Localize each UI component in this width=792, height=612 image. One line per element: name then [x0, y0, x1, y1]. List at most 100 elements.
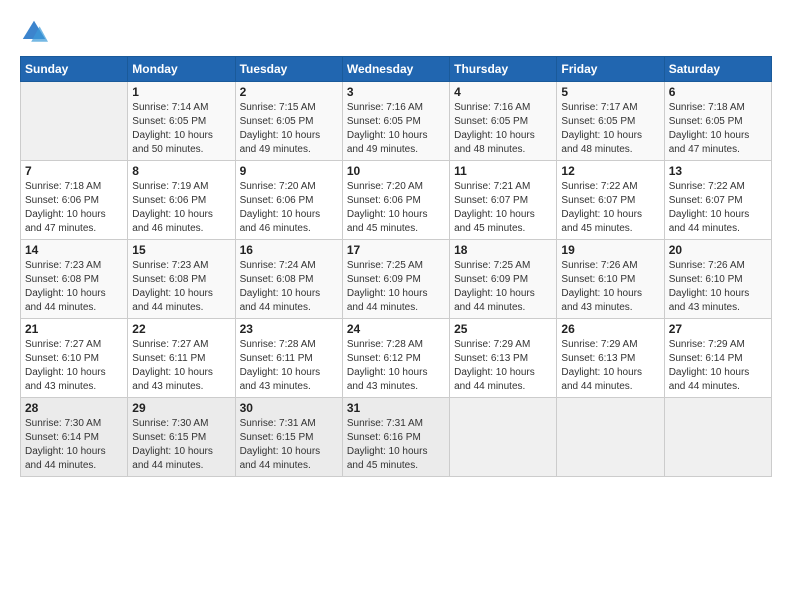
calendar-cell: 7 Sunrise: 7:18 AM Sunset: 6:06 PM Daylig…	[21, 161, 128, 240]
calendar-table: SundayMondayTuesdayWednesdayThursdayFrid…	[20, 56, 772, 477]
day-number: 30	[240, 401, 338, 415]
day-info: Sunrise: 7:26 AM Sunset: 6:10 PM Dayligh…	[561, 259, 659, 315]
day-info: Sunrise: 7:30 AM Sunset: 6:14 PM Dayligh…	[25, 417, 123, 473]
header	[20, 18, 772, 46]
calendar-cell: 17 Sunrise: 7:25 AM Sunset: 6:09 PM Dayli…	[342, 240, 449, 319]
day-number: 7	[25, 164, 123, 178]
day-number: 13	[669, 164, 767, 178]
calendar-header: SundayMondayTuesdayWednesdayThursdayFrid…	[21, 57, 772, 82]
calendar-cell: 24 Sunrise: 7:28 AM Sunset: 6:12 PM Dayli…	[342, 319, 449, 398]
calendar-cell	[21, 82, 128, 161]
calendar-cell: 2 Sunrise: 7:15 AM Sunset: 6:05 PM Daylig…	[235, 82, 342, 161]
day-number: 21	[25, 322, 123, 336]
calendar-cell: 31 Sunrise: 7:31 AM Sunset: 6:16 PM Dayli…	[342, 398, 449, 477]
calendar-cell: 26Sunrise: 7:29 AM Sunset: 6:13 PM Dayli…	[557, 319, 664, 398]
day-info: Sunrise: 7:20 AM Sunset: 6:06 PM Dayligh…	[347, 180, 445, 236]
header-cell-thursday: Thursday	[450, 57, 557, 82]
week-row-4: 28 Sunrise: 7:30 AM Sunset: 6:14 PM Dayli…	[21, 398, 772, 477]
day-info: Sunrise: 7:20 AM Sunset: 6:06 PM Dayligh…	[240, 180, 338, 236]
calendar-cell: 22Sunrise: 7:27 AM Sunset: 6:11 PM Dayli…	[128, 319, 235, 398]
day-number: 31	[347, 401, 445, 415]
day-info: Sunrise: 7:30 AM Sunset: 6:15 PM Dayligh…	[132, 417, 230, 473]
calendar-cell: 23Sunrise: 7:28 AM Sunset: 6:11 PM Dayli…	[235, 319, 342, 398]
day-info: Sunrise: 7:16 AM Sunset: 6:05 PM Dayligh…	[347, 101, 445, 157]
day-info: Sunrise: 7:25 AM Sunset: 6:09 PM Dayligh…	[347, 259, 445, 315]
day-info: Sunrise: 7:22 AM Sunset: 6:07 PM Dayligh…	[669, 180, 767, 236]
calendar-cell: 19 Sunrise: 7:26 AM Sunset: 6:10 PM Dayli…	[557, 240, 664, 319]
day-number: 12	[561, 164, 659, 178]
header-cell-wednesday: Wednesday	[342, 57, 449, 82]
day-number: 8	[132, 164, 230, 178]
calendar-cell: 30 Sunrise: 7:31 AM Sunset: 6:15 PM Dayli…	[235, 398, 342, 477]
day-info: Sunrise: 7:27 AM Sunset: 6:11 PM Dayligh…	[132, 338, 230, 394]
day-number: 23	[240, 322, 338, 336]
calendar-cell: 8Sunrise: 7:19 AM Sunset: 6:06 PM Daylig…	[128, 161, 235, 240]
day-info: Sunrise: 7:29 AM Sunset: 6:14 PM Dayligh…	[669, 338, 767, 394]
day-number: 27	[669, 322, 767, 336]
day-info: Sunrise: 7:27 AM Sunset: 6:10 PM Dayligh…	[25, 338, 123, 394]
day-number: 5	[561, 85, 659, 99]
day-number: 1	[132, 85, 230, 99]
day-number: 25	[454, 322, 552, 336]
header-cell-friday: Friday	[557, 57, 664, 82]
header-row: SundayMondayTuesdayWednesdayThursdayFrid…	[21, 57, 772, 82]
day-info: Sunrise: 7:31 AM Sunset: 6:15 PM Dayligh…	[240, 417, 338, 473]
calendar-cell: 1Sunrise: 7:14 AM Sunset: 6:05 PM Daylig…	[128, 82, 235, 161]
week-row-3: 21 Sunrise: 7:27 AM Sunset: 6:10 PM Dayli…	[21, 319, 772, 398]
calendar-cell: 16 Sunrise: 7:24 AM Sunset: 6:08 PM Dayli…	[235, 240, 342, 319]
day-number: 10	[347, 164, 445, 178]
calendar-cell	[450, 398, 557, 477]
day-info: Sunrise: 7:26 AM Sunset: 6:10 PM Dayligh…	[669, 259, 767, 315]
calendar-cell: 21 Sunrise: 7:27 AM Sunset: 6:10 PM Dayli…	[21, 319, 128, 398]
day-info: Sunrise: 7:18 AM Sunset: 6:06 PM Dayligh…	[25, 180, 123, 236]
day-info: Sunrise: 7:16 AM Sunset: 6:05 PM Dayligh…	[454, 101, 552, 157]
calendar-cell: 12 Sunrise: 7:22 AM Sunset: 6:07 PM Dayli…	[557, 161, 664, 240]
page: SundayMondayTuesdayWednesdayThursdayFrid…	[0, 0, 792, 612]
day-number: 14	[25, 243, 123, 257]
calendar-cell: 5Sunrise: 7:17 AM Sunset: 6:05 PM Daylig…	[557, 82, 664, 161]
day-info: Sunrise: 7:18 AM Sunset: 6:05 PM Dayligh…	[669, 101, 767, 157]
day-number: 17	[347, 243, 445, 257]
calendar-cell: 10 Sunrise: 7:20 AM Sunset: 6:06 PM Dayli…	[342, 161, 449, 240]
calendar-cell: 3 Sunrise: 7:16 AM Sunset: 6:05 PM Daylig…	[342, 82, 449, 161]
calendar-cell	[664, 398, 771, 477]
day-number: 20	[669, 243, 767, 257]
day-number: 28	[25, 401, 123, 415]
day-number: 18	[454, 243, 552, 257]
day-info: Sunrise: 7:22 AM Sunset: 6:07 PM Dayligh…	[561, 180, 659, 236]
day-number: 4	[454, 85, 552, 99]
calendar-cell: 11Sunrise: 7:21 AM Sunset: 6:07 PM Dayli…	[450, 161, 557, 240]
day-info: Sunrise: 7:23 AM Sunset: 6:08 PM Dayligh…	[25, 259, 123, 315]
calendar-cell: 9 Sunrise: 7:20 AM Sunset: 6:06 PM Daylig…	[235, 161, 342, 240]
week-row-2: 14 Sunrise: 7:23 AM Sunset: 6:08 PM Dayli…	[21, 240, 772, 319]
header-cell-saturday: Saturday	[664, 57, 771, 82]
calendar-cell: 18Sunrise: 7:25 AM Sunset: 6:09 PM Dayli…	[450, 240, 557, 319]
day-info: Sunrise: 7:24 AM Sunset: 6:08 PM Dayligh…	[240, 259, 338, 315]
header-cell-monday: Monday	[128, 57, 235, 82]
calendar-cell: 13 Sunrise: 7:22 AM Sunset: 6:07 PM Dayli…	[664, 161, 771, 240]
week-row-0: 1Sunrise: 7:14 AM Sunset: 6:05 PM Daylig…	[21, 82, 772, 161]
header-cell-tuesday: Tuesday	[235, 57, 342, 82]
calendar-cell: 27 Sunrise: 7:29 AM Sunset: 6:14 PM Dayli…	[664, 319, 771, 398]
calendar-cell	[557, 398, 664, 477]
day-number: 2	[240, 85, 338, 99]
logo	[20, 18, 52, 46]
logo-icon	[20, 18, 48, 46]
day-number: 16	[240, 243, 338, 257]
calendar-body: 1Sunrise: 7:14 AM Sunset: 6:05 PM Daylig…	[21, 82, 772, 477]
day-number: 29	[132, 401, 230, 415]
day-number: 3	[347, 85, 445, 99]
calendar-cell: 20 Sunrise: 7:26 AM Sunset: 6:10 PM Dayli…	[664, 240, 771, 319]
day-number: 6	[669, 85, 767, 99]
day-info: Sunrise: 7:29 AM Sunset: 6:13 PM Dayligh…	[454, 338, 552, 394]
day-number: 24	[347, 322, 445, 336]
calendar-cell: 4 Sunrise: 7:16 AM Sunset: 6:05 PM Daylig…	[450, 82, 557, 161]
day-info: Sunrise: 7:15 AM Sunset: 6:05 PM Dayligh…	[240, 101, 338, 157]
day-info: Sunrise: 7:29 AM Sunset: 6:13 PM Dayligh…	[561, 338, 659, 394]
day-info: Sunrise: 7:21 AM Sunset: 6:07 PM Dayligh…	[454, 180, 552, 236]
day-info: Sunrise: 7:28 AM Sunset: 6:12 PM Dayligh…	[347, 338, 445, 394]
calendar-cell: 15Sunrise: 7:23 AM Sunset: 6:08 PM Dayli…	[128, 240, 235, 319]
day-number: 9	[240, 164, 338, 178]
day-info: Sunrise: 7:31 AM Sunset: 6:16 PM Dayligh…	[347, 417, 445, 473]
day-number: 19	[561, 243, 659, 257]
